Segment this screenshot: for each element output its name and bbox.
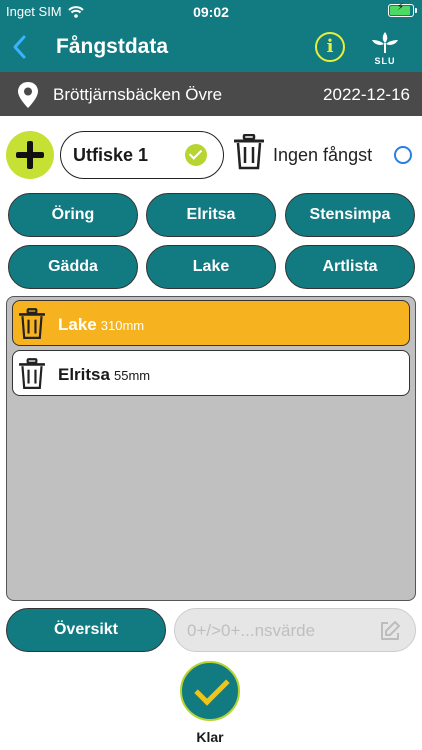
value-placeholder: 0+/>0+...nsvärde (187, 621, 316, 640)
status-bar: Inget SIM 09:02 ⚡ (0, 0, 422, 24)
species-button-oring[interactable]: Öring (8, 193, 138, 237)
item-size: 310mm (100, 318, 145, 333)
utfiske-selector[interactable]: Utfiske 1 (60, 131, 224, 179)
species-button-stensimpa[interactable]: Stensimpa (285, 193, 415, 237)
species-button-gadda[interactable]: Gädda (8, 245, 138, 289)
trash-icon[interactable] (19, 308, 45, 340)
item-name: Lake 310mm (58, 315, 144, 335)
location-date: 2022-12-16 (323, 85, 410, 104)
no-catch-radio[interactable] (394, 146, 412, 164)
list-item[interactable]: Lake 310mm (12, 300, 410, 346)
check-icon (185, 144, 207, 166)
item-species: Lake (58, 315, 97, 334)
overview-button[interactable]: Översikt (6, 608, 166, 652)
item-size: 55mm (113, 368, 151, 383)
status-time: 09:02 (193, 4, 229, 20)
item-species: Elritsa (58, 365, 110, 384)
done-label: Klar (196, 729, 224, 745)
slu-logo-text: SLU (374, 56, 396, 66)
trash-icon[interactable] (19, 358, 45, 390)
item-name: Elritsa 55mm (58, 365, 150, 385)
no-catch-label: Ingen fångst (273, 145, 373, 165)
slu-leaf-icon (372, 32, 398, 53)
value-input[interactable]: 0+/>0+...nsvärde (174, 608, 416, 652)
page-title: Fångstdata (56, 35, 169, 58)
location-pin-icon (18, 82, 38, 108)
done-button[interactable] (180, 661, 240, 721)
species-button-elritsa[interactable]: Elritsa (146, 193, 276, 237)
utfiske-label: Utfiske 1 (73, 145, 149, 165)
nav-bar: Fångstdata i SLU (0, 24, 422, 72)
catch-list: Lake 310mm Elritsa 55mm (6, 296, 416, 601)
location-name: Bröttjärnsbäcken Övre (53, 85, 223, 104)
edit-icon[interactable] (379, 620, 401, 642)
battery-icon: ⚡ (388, 2, 417, 17)
location-bar: Bröttjärnsbäcken Övre 2022-12-16 (0, 72, 422, 116)
species-button-lake[interactable]: Lake (146, 245, 276, 289)
add-button[interactable] (6, 131, 54, 179)
species-button-artlista[interactable]: Artlista (285, 245, 415, 289)
list-item[interactable]: Elritsa 55mm (12, 350, 410, 396)
back-icon[interactable] (10, 34, 30, 60)
slu-logo: SLU (370, 30, 400, 68)
trash-icon[interactable] (234, 134, 264, 170)
info-icon[interactable]: i (315, 32, 345, 62)
